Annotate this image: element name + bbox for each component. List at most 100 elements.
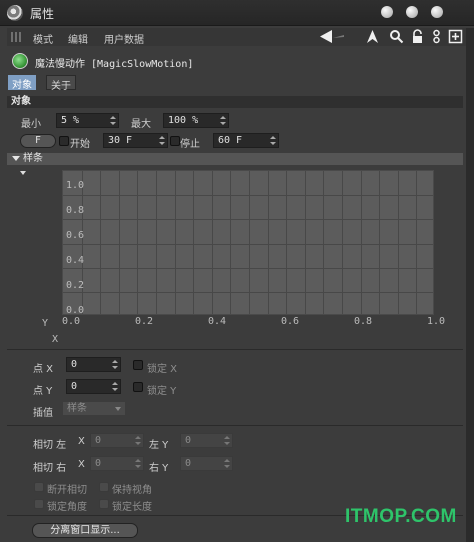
spinner-icon[interactable] xyxy=(135,436,141,445)
point-x-field[interactable]: 0 xyxy=(66,357,121,372)
grip-handle-icon[interactable] xyxy=(11,32,21,42)
spinner-icon[interactable] xyxy=(112,382,118,391)
lock-x-label: 锁定 X xyxy=(147,364,178,375)
object-name: 魔法慢动作 [MagicSlowMotion] xyxy=(35,59,194,70)
tab-object[interactable]: 对象 xyxy=(8,75,36,91)
stop-field[interactable]: 60 F xyxy=(213,133,279,148)
lock-icon[interactable] xyxy=(410,29,425,44)
y-tick-label: 0.2 xyxy=(66,280,85,291)
back-arrow-icon[interactable] xyxy=(319,29,345,44)
tangent-left-x-value: 0 xyxy=(95,435,102,446)
max-label: 最大 xyxy=(131,119,151,130)
start-checkbox[interactable] xyxy=(59,136,69,146)
menu-edit[interactable]: 编辑 xyxy=(68,31,88,46)
min-value: 5 % xyxy=(61,115,80,126)
point-y-label: 点 Y xyxy=(33,386,53,397)
start-field[interactable]: 30 F xyxy=(103,133,168,148)
break-tangent-checkbox[interactable] xyxy=(34,482,44,492)
keep-visual-checkbox[interactable] xyxy=(99,482,109,492)
stop-value: 60 F xyxy=(218,135,243,146)
grid-line xyxy=(63,244,433,245)
y-tick-label: 0.0 xyxy=(66,305,85,316)
spinner-icon[interactable] xyxy=(220,116,226,125)
x-tick-label: 0.4 xyxy=(208,316,227,327)
point-x-label: 点 X xyxy=(33,364,54,375)
lock-length-checkbox[interactable] xyxy=(99,499,109,509)
section-object-header[interactable]: 对象 xyxy=(7,96,463,108)
new-panel-icon[interactable] xyxy=(448,29,463,44)
detach-window-button[interactable]: 分离窗口显示... xyxy=(32,523,138,538)
menu-mode[interactable]: 模式 xyxy=(33,31,53,46)
tangent-right-label: 相切 右 xyxy=(33,463,67,474)
spline-menu-arrow-icon[interactable] xyxy=(20,171,26,175)
x-tick-label: 0.0 xyxy=(62,316,81,327)
x-tick-label: 1.0 xyxy=(427,316,446,327)
spinner-icon[interactable] xyxy=(270,136,276,145)
tangent-right-y-value: 0 xyxy=(185,458,192,469)
spinner-icon[interactable] xyxy=(224,436,230,445)
menu-user-data[interactable]: 用户数据 xyxy=(104,31,144,46)
tangent-right-x-field[interactable]: 0 xyxy=(90,456,144,471)
stop-checkbox[interactable] xyxy=(170,136,180,146)
spinner-icon[interactable] xyxy=(135,459,141,468)
search-icon[interactable] xyxy=(389,29,404,44)
tangent-right-y-field[interactable]: 0 xyxy=(180,456,233,471)
grid-line xyxy=(63,219,433,220)
section-spline-header[interactable]: 样条 xyxy=(7,153,463,165)
spinner-icon[interactable] xyxy=(224,459,230,468)
y-tick-label: 0.4 xyxy=(66,255,85,266)
min-label: 最小 xyxy=(21,119,41,130)
max-value: 100 % xyxy=(168,115,199,126)
max-field[interactable]: 100 % xyxy=(163,113,229,128)
pointer-icon[interactable] xyxy=(365,29,380,44)
object-icon xyxy=(12,53,28,69)
lock-angle-checkbox[interactable] xyxy=(34,499,44,509)
spinner-icon[interactable] xyxy=(159,136,165,145)
tab-about[interactable]: 关于 xyxy=(46,75,76,92)
scrollbar[interactable] xyxy=(466,28,474,542)
window-title: 属性 xyxy=(30,7,55,21)
start-value: 30 F xyxy=(108,135,133,146)
grid-line xyxy=(63,268,433,269)
point-y-value: 0 xyxy=(71,381,78,392)
tangent-left-x-label: X xyxy=(78,436,85,447)
tangent-right-x-value: 0 xyxy=(95,458,102,469)
link-icon[interactable] xyxy=(429,29,444,44)
min-field[interactable]: 5 % xyxy=(56,113,119,128)
tangent-right-x-label: X xyxy=(78,459,85,470)
start-label: 开始 xyxy=(70,139,90,150)
minimize-button[interactable] xyxy=(381,6,393,18)
x-axis-label: X xyxy=(52,334,59,345)
x-tick-label: 0.6 xyxy=(281,316,300,327)
app-logo-icon xyxy=(7,5,23,21)
grid-line xyxy=(63,195,433,196)
spline-graph[interactable] xyxy=(62,170,434,315)
close-button[interactable] xyxy=(431,6,443,18)
keep-visual-label: 保持视角 xyxy=(112,485,152,496)
tangent-left-x-field[interactable]: 0 xyxy=(90,433,144,448)
point-y-field[interactable]: 0 xyxy=(66,379,121,394)
stop-label: 停止 xyxy=(180,139,200,150)
spinner-icon[interactable] xyxy=(110,116,116,125)
tangent-left-y-field[interactable]: 0 xyxy=(180,433,233,448)
point-x-value: 0 xyxy=(71,359,78,370)
y-tick-label: 0.8 xyxy=(66,205,85,216)
watermark-logo: ITMOP.COM xyxy=(345,506,457,527)
lock-x-checkbox[interactable] xyxy=(133,360,143,370)
menu-bar: 模式 编辑 用户数据 xyxy=(7,28,467,46)
tangent-left-label: 相切 左 xyxy=(33,440,67,451)
interpolation-label: 插值 xyxy=(33,408,53,419)
grid-line xyxy=(63,292,433,293)
f-button[interactable]: F xyxy=(20,134,56,148)
tangent-right-y-label: 右 Y xyxy=(149,463,169,474)
lock-y-label: 锁定 Y xyxy=(147,386,177,397)
interpolation-dropdown[interactable]: 样条 xyxy=(62,401,126,416)
spinner-icon[interactable] xyxy=(112,360,118,369)
lock-length-label: 锁定长度 xyxy=(112,502,152,513)
divider xyxy=(7,425,463,426)
y-tick-label: 0.6 xyxy=(66,230,85,241)
maximize-button[interactable] xyxy=(406,6,418,18)
tangent-left-y-label: 左 Y xyxy=(149,440,169,451)
lock-y-checkbox[interactable] xyxy=(133,382,143,392)
x-tick-label: 0.8 xyxy=(354,316,373,327)
